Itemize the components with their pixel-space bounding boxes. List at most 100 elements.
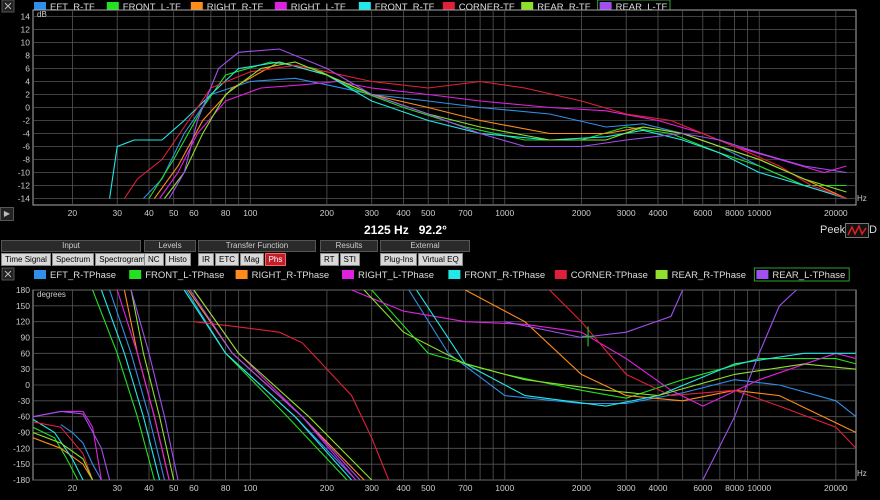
- phase-y-tick-label: -120: [13, 443, 30, 453]
- phase-legend-item[interactable]: EFT_R-TPhase: [34, 270, 116, 281]
- phase-y-axis-label: degrees: [37, 290, 66, 299]
- phase-legend-swatch: [342, 270, 354, 279]
- mag-x-tick-label: 4000: [649, 208, 668, 218]
- mag-x-tick-label: 6000: [693, 208, 712, 218]
- mag-move-icon[interactable]: [1, 0, 15, 13]
- mag-y-tick-label: 14: [21, 12, 31, 22]
- group-input-title: Input: [1, 240, 141, 252]
- phase-legend-label: REAR_L-TPhase: [772, 270, 845, 281]
- phase-x-tick-label: 50: [169, 483, 179, 493]
- phase-x-axis-label: Hz: [857, 469, 867, 478]
- panel-toggle-icon[interactable]: ▶: [0, 207, 14, 221]
- mag-y-tick-label: -2: [22, 116, 30, 126]
- group-input: Input Time Signal Spectrum Spectrogram: [1, 240, 149, 266]
- mag-x-tick-label: 60: [189, 208, 199, 218]
- mag-y-axis-label: dB: [37, 10, 47, 19]
- group-results-title: Results: [320, 240, 378, 252]
- group-transfer-title: Transfer Function: [198, 240, 316, 252]
- phase-x-tick-label: 700: [458, 483, 472, 493]
- phase-y-tick-label: 120: [16, 317, 30, 327]
- phase-x-tick-label: 20000: [824, 483, 848, 493]
- cursor-readout: 2125 Hz 92.2° Peek D: [0, 222, 880, 239]
- cut-label: D: [869, 224, 877, 236]
- peek-button[interactable]: [845, 223, 869, 238]
- group-levels: Levels NC Histo: [144, 240, 196, 266]
- phase-legend-item[interactable]: CORNER-TPhase: [554, 270, 648, 281]
- phase-x-tick-label: 20: [68, 483, 78, 493]
- group-results: Results RT STI: [320, 240, 378, 266]
- phase-y-tick-label: -30: [18, 396, 31, 406]
- magnitude-panel: EFT_R-TF FRONT_L-TF RIGHT_R-TF RIGHT_L-TF FR…: [0, 0, 880, 222]
- mag-y-tick-label: 10: [21, 38, 31, 48]
- mag-x-tick-label: 80: [221, 208, 231, 218]
- magnitude-chart: EFT_R-TF FRONT_L-TF RIGHT_R-TF RIGHT_L-TF FR…: [1, 0, 867, 218]
- phase-panel: EFT_R-TPhase FRONT_L-TPhase RIGHT_R-TPhase…: [0, 265, 880, 495]
- mag-x-tick-label: 500: [421, 208, 435, 218]
- phase-x-tick-label: 200: [320, 483, 334, 493]
- phase-x-tick-label: 400: [396, 483, 410, 493]
- phase-x-tick-label: 30: [112, 483, 122, 493]
- phase-legend-item[interactable]: FRONT_L-TPhase: [129, 270, 224, 281]
- phase-legend-item[interactable]: REAR_R-TPhase: [655, 270, 746, 281]
- phase-legend-item[interactable]: FRONT_R-TPhase: [448, 270, 545, 281]
- function-toolbar: Input Time Signal Spectrum Spectrogram L…: [0, 239, 880, 266]
- mag-y-tick-label: 4: [25, 77, 30, 87]
- phase-legend-item[interactable]: RIGHT_L-TPhase: [342, 270, 434, 281]
- mag-x-tick-label: 3000: [617, 208, 636, 218]
- phase-x-tick-label: 8000: [725, 483, 744, 493]
- phase-x-tick-label: 60: [189, 483, 199, 493]
- mag-y-tick-label: 12: [21, 25, 31, 35]
- peek-label: Peek: [820, 224, 846, 236]
- mag-y-tick-label: -4: [22, 129, 30, 139]
- mag-x-tick-label: 300: [365, 208, 379, 218]
- phase-legend-swatch: [756, 270, 769, 279]
- group-external: External Plug-Ins Virtual EQ: [380, 240, 470, 266]
- mag-x-tick-label: 40: [144, 208, 154, 218]
- mag-y-tick-label: 8: [25, 51, 30, 61]
- phase-legend-label: REAR_R-TPhase: [672, 270, 746, 281]
- phase-x-tick-label: 300: [365, 483, 379, 493]
- mag-y-tick-label: 6: [25, 64, 30, 74]
- phase-x-tick-label: 1000: [495, 483, 514, 493]
- phase-x-tick-label: 4000: [649, 483, 668, 493]
- mag-y-tick-label: -6: [22, 142, 30, 152]
- peek-icon: [847, 224, 867, 236]
- phase-legend-swatch: [129, 270, 142, 279]
- mag-x-tick-label: 700: [458, 208, 472, 218]
- phase-x-tick-label: 80: [221, 483, 231, 493]
- group-transfer-function: Transfer Function IR ETC Mag Phs: [198, 240, 316, 266]
- mag-x-tick-label: 10000: [747, 208, 771, 218]
- mag-y-tick-label: -12: [18, 181, 31, 191]
- phase-legend-swatch: [655, 270, 668, 279]
- phase-legend-swatch: [235, 270, 248, 279]
- mag-x-tick-label: 400: [396, 208, 410, 218]
- phase-move-icon[interactable]: [1, 267, 15, 281]
- mag-y-tick-label: -8: [22, 155, 30, 165]
- phase-y-tick-label: 0: [25, 380, 30, 390]
- phase-y-tick-label: 30: [21, 364, 31, 374]
- mag-x-tick-label: 30: [112, 208, 122, 218]
- phase-legend-item[interactable]: RIGHT_R-TPhase: [235, 270, 330, 281]
- phase-y-tick-label: 180: [16, 285, 30, 295]
- phase-y-tick-label: 150: [16, 301, 30, 311]
- phase-legend-swatch: [34, 270, 46, 279]
- phase-y-tick-label: -90: [18, 428, 31, 438]
- phase-legend-swatch: [448, 270, 461, 279]
- mag-x-tick-label: 1000: [495, 208, 514, 218]
- phase-legend-label: FRONT_L-TPhase: [145, 270, 224, 281]
- phase-y-tick-label: 60: [21, 348, 31, 358]
- mag-x-axis-label: Hz: [857, 194, 867, 203]
- mag-y-tick-label: 0: [25, 103, 30, 113]
- phase-legend-label: CORNER-TPhase: [571, 270, 648, 281]
- phase-x-tick-label: 100: [243, 483, 257, 493]
- mag-x-tick-label: 8000: [725, 208, 744, 218]
- phase-x-tick-label: 10000: [747, 483, 771, 493]
- phase-legend-label: EFT_R-TPhase: [50, 270, 116, 281]
- phase-y-tick-label: -60: [18, 412, 31, 422]
- phase-legend-label: RIGHT_L-TPhase: [358, 270, 434, 281]
- phase-legend-label: FRONT_R-TPhase: [464, 270, 545, 281]
- phase-x-tick-label: 40: [144, 483, 154, 493]
- phase-legend-item[interactable]: REAR_L-TPhase: [753, 267, 850, 282]
- phase-y-tick-label: -180: [13, 475, 30, 485]
- phase-chart: EFT_R-TPhase FRONT_L-TPhase RIGHT_R-TPhase…: [1, 267, 867, 493]
